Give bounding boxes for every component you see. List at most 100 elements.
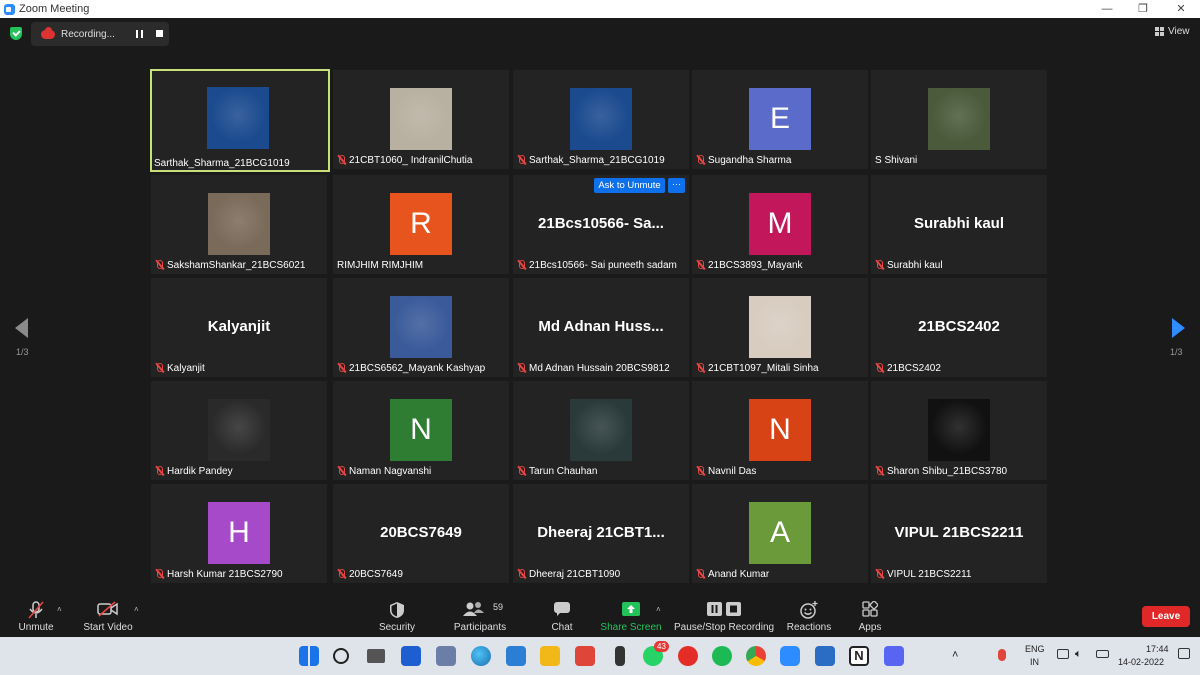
discord-icon[interactable] <box>884 646 904 666</box>
participant-tile[interactable]: R RIMJHIM RIMJHIM <box>333 175 509 274</box>
close-window-button[interactable]: ✕ <box>1164 0 1198 18</box>
photos-app-icon[interactable] <box>436 646 456 666</box>
next-page-arrow-icon[interactable] <box>1172 318 1185 338</box>
pause-stop-recording-button[interactable]: Pause/Stop Recording <box>674 593 774 637</box>
participant-tile[interactable]: M 21BCS3893_Mayank <box>692 175 868 274</box>
participant-tile[interactable]: Sharon Shibu_21BCS3780 <box>871 381 1047 480</box>
start-video-button[interactable]: Start Video <box>82 593 134 637</box>
participant-name: Harsh Kumar 21BCS2790 <box>167 568 283 580</box>
muted-mic-icon <box>875 259 884 271</box>
muted-microphone-icon <box>28 601 44 619</box>
participant-tile[interactable]: N Navnil Das <box>692 381 868 480</box>
participant-tile[interactable]: 21BCS6562_Mayank Kashyap <box>333 278 509 377</box>
participants-button[interactable]: 59 Participants <box>450 593 510 637</box>
audio-options-caret-icon[interactable]: ˄ <box>57 605 62 614</box>
chat-button[interactable]: Chat <box>540 593 584 637</box>
search-icon[interactable] <box>333 648 349 664</box>
participant-tile[interactable]: VIPUL 21BCS2211 VIPUL 21BCS2211 <box>871 484 1047 583</box>
participant-name-label: Kalyanjit <box>155 361 205 375</box>
leave-button[interactable]: Leave <box>1142 606 1190 627</box>
participant-tile[interactable]: 21CBT1060_ IndranilChutia <box>333 70 509 169</box>
previous-page-arrow-icon[interactable] <box>15 318 28 338</box>
participant-name-label: 21Bcs10566- Sai puneeth sadam <box>517 258 677 272</box>
participant-tile[interactable]: H Harsh Kumar 21BCS2790 <box>151 484 327 583</box>
participant-tile[interactable]: Tarun Chauhan <box>513 381 689 480</box>
spotify-icon[interactable] <box>712 646 732 666</box>
participant-name-label: 20BCS7649 <box>337 567 403 581</box>
participant-tile[interactable]: A Anand Kumar <box>692 484 868 583</box>
participant-name-label: Sarthak_Sharma_21BCG1019 <box>517 153 665 167</box>
apps-button[interactable]: Apps <box>848 593 892 637</box>
file-explorer-icon[interactable] <box>540 646 560 666</box>
meeting-toolbar: Unmute ˄ Start Video ˄ Security 59 Parti… <box>0 593 1200 637</box>
notion-icon[interactable]: N <box>849 646 869 666</box>
volume-icon[interactable]: 🔈︎ <box>1075 648 1082 661</box>
tile-more-options-button[interactable]: ··· <box>668 178 685 193</box>
zoom-taskbar-icon[interactable] <box>780 646 800 666</box>
battery-icon[interactable] <box>1096 650 1109 658</box>
widgets-icon[interactable] <box>401 646 421 666</box>
participant-profile-picture <box>207 87 269 149</box>
participant-tile[interactable]: Sarthak_Sharma_21BCG1019 <box>513 70 689 169</box>
participant-tile[interactable]: Surabhi kaul Surabhi kaul <box>871 175 1047 274</box>
participant-tile[interactable]: Hardik Pandey <box>151 381 327 480</box>
participant-tile[interactable]: 20BCS7649 20BCS7649 <box>333 484 509 583</box>
participant-tile[interactable]: 21BCS2402 21BCS2402 <box>871 278 1047 377</box>
microphone-in-use-icon[interactable] <box>998 649 1006 661</box>
youtube-music-icon[interactable] <box>678 646 698 666</box>
language-indicator[interactable]: ENG <box>1025 644 1045 654</box>
share-options-caret-icon[interactable]: ˄ <box>656 605 661 614</box>
security-button[interactable]: Security <box>372 593 422 637</box>
tray-overflow-chevron-icon[interactable]: ˄ <box>952 649 958 661</box>
vscode-icon[interactable] <box>506 646 526 666</box>
view-button[interactable]: View <box>1155 26 1190 37</box>
muted-mic-icon <box>337 568 346 580</box>
participant-tile[interactable]: Dheeraj 21CBT1... Dheeraj 21CBT1090 <box>513 484 689 583</box>
participant-letter-avatar: E <box>749 88 811 150</box>
security-app-icon[interactable] <box>815 646 835 666</box>
participant-tile[interactable]: S Shivani <box>871 70 1047 169</box>
muted-mic-icon <box>696 362 705 374</box>
participant-tile[interactable]: E Sugandha Sharma <box>692 70 868 169</box>
title-bar: Zoom Meeting — ❐ ✕ <box>0 0 1200 18</box>
participant-name: VIPUL 21BCS2211 <box>887 568 972 580</box>
muted-mic-icon <box>337 154 346 166</box>
figma-icon[interactable] <box>615 646 625 666</box>
muted-mic-icon <box>155 465 164 477</box>
participant-name: Naman Nagvanshi <box>349 465 432 477</box>
participant-name: Tarun Chauhan <box>529 465 598 477</box>
anydesk-icon[interactable] <box>575 646 595 666</box>
participant-tile[interactable]: Sarthak_Sharma_21BCG1019 <box>150 69 330 172</box>
muted-mic-icon <box>337 362 346 374</box>
display-icon[interactable] <box>1057 649 1069 659</box>
unmute-button[interactable]: Unmute <box>10 593 62 637</box>
muted-mic-icon <box>517 154 526 166</box>
reactions-button[interactable]: Reactions <box>784 593 834 637</box>
share-screen-button[interactable]: Share Screen <box>600 593 662 637</box>
chrome-icon[interactable] <box>746 646 766 666</box>
ask-to-unmute-button[interactable]: Ask to Unmute <box>594 178 665 193</box>
encryption-shield-icon[interactable] <box>10 27 22 40</box>
participant-tile[interactable]: 21CBT1097_Mitali Sinha <box>692 278 868 377</box>
participant-tile[interactable]: Kalyanjit Kalyanjit <box>151 278 327 377</box>
participant-name: 21BCS6562_Mayank Kashyap <box>349 362 486 374</box>
stop-recording-icon[interactable] <box>156 30 163 37</box>
whatsapp-icon[interactable]: 43 <box>643 641 669 666</box>
start-video-label: Start Video <box>83 622 133 633</box>
task-view-icon[interactable] <box>367 649 385 663</box>
windows-start-icon[interactable] <box>299 646 319 666</box>
pause-recording-icon[interactable] <box>136 30 143 38</box>
edge-browser-icon[interactable] <box>471 646 491 666</box>
clock-time[interactable]: 17:44 <box>1146 644 1169 654</box>
muted-mic-icon <box>517 568 526 580</box>
restore-button[interactable]: ❐ <box>1126 0 1160 18</box>
muted-mic-icon <box>517 465 526 477</box>
participant-tile[interactable]: N Naman Nagvanshi <box>333 381 509 480</box>
notifications-icon[interactable] <box>1178 648 1190 659</box>
muted-mic-icon <box>875 568 884 580</box>
participant-tile[interactable]: SakshamShankar_21BCS6021 <box>151 175 327 274</box>
view-label: View <box>1168 26 1190 37</box>
participant-tile[interactable]: Md Adnan Huss... Md Adnan Hussain 20BCS98… <box>513 278 689 377</box>
minimize-button[interactable]: — <box>1090 0 1124 18</box>
video-options-caret-icon[interactable]: ˄ <box>134 605 139 614</box>
